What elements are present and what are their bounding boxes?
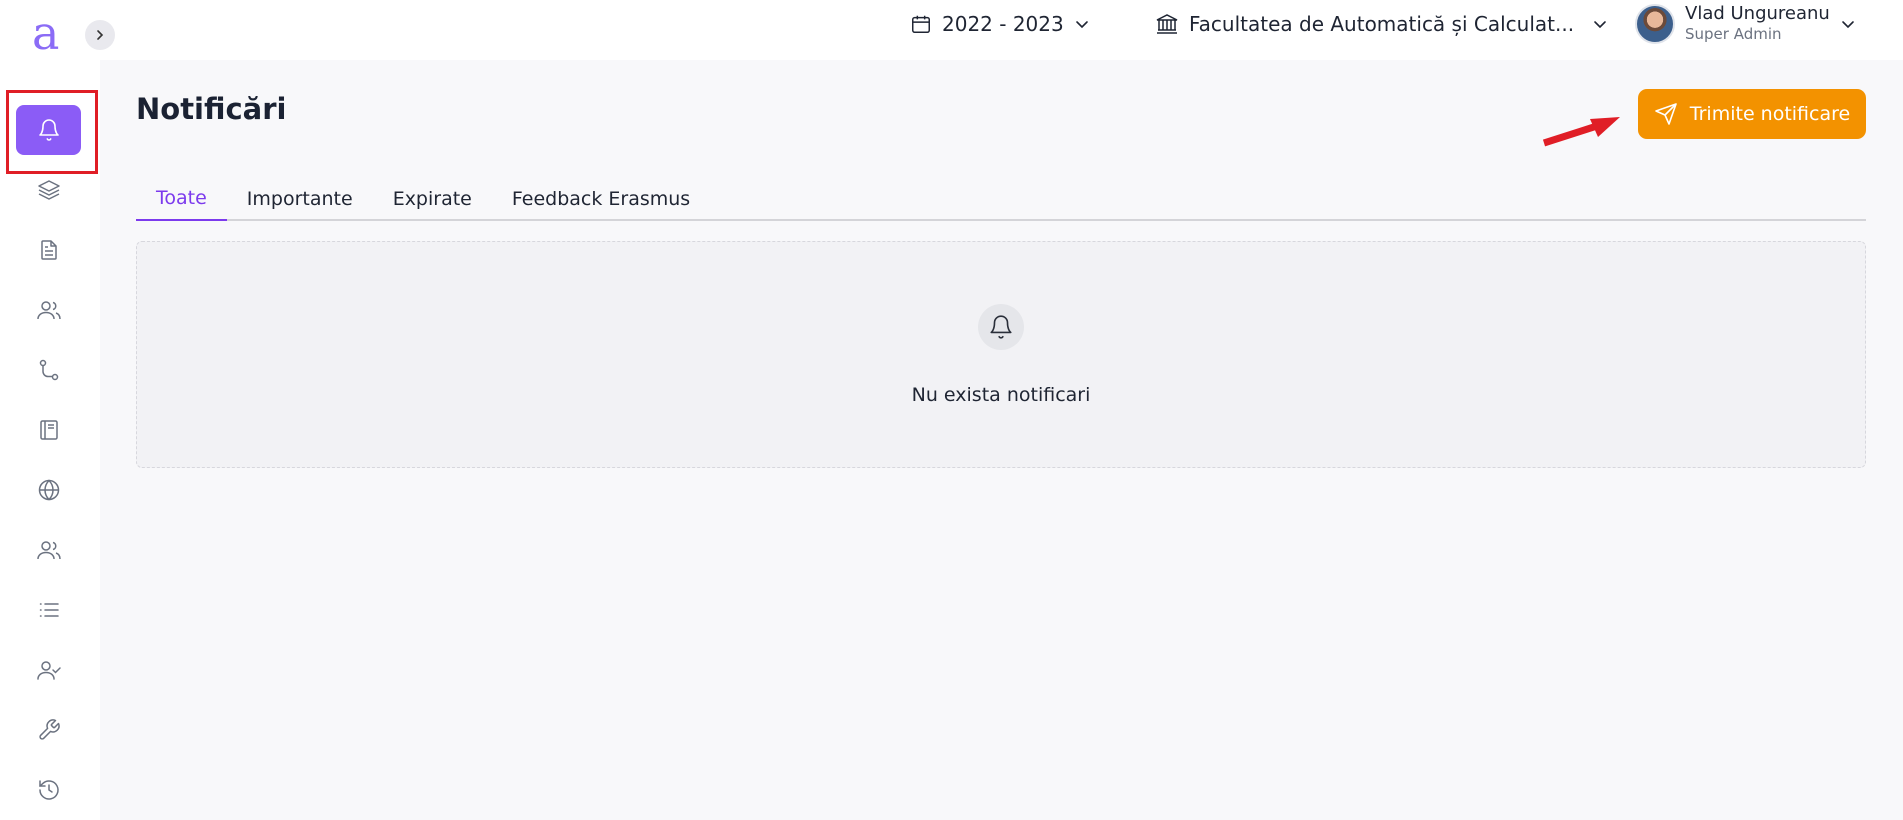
faculty-selector[interactable]: Facultatea de Automatică și Calculat... (1155, 0, 1608, 48)
document-icon (40, 240, 57, 260)
user-menu[interactable]: Vlad Ungureanu Super Admin (1635, 0, 1856, 48)
user-check-icon (36, 661, 61, 680)
tab-feedback-erasmus[interactable]: Feedback Erasmus (492, 176, 710, 221)
route-icon (39, 359, 58, 381)
history-icon (38, 780, 59, 800)
academic-year-label: 2022 - 2023 (942, 12, 1064, 36)
top-bar: 2022 - 2023 Facultatea de Automatică și … (100, 0, 1903, 60)
users-icon (36, 541, 61, 560)
sidebar-item-list[interactable] (16, 585, 81, 635)
sidebar-item-book[interactable] (16, 405, 81, 455)
bell-icon (990, 315, 1012, 339)
sidebar-item-groups[interactable] (16, 525, 81, 575)
globe-icon (38, 479, 59, 501)
user-role: Super Admin (1685, 25, 1782, 43)
app-logo[interactable]: a (32, 10, 62, 56)
chevron-right-icon (97, 30, 104, 40)
send-notification-button[interactable]: Trimite notificare (1638, 89, 1866, 139)
tab-toate[interactable]: Toate (136, 176, 227, 221)
sidebar-item-documents[interactable] (16, 225, 81, 275)
calendar-icon (912, 15, 930, 33)
tab-importante[interactable]: Importante (227, 176, 373, 221)
empty-state-panel: Nu exista notificari (136, 241, 1866, 468)
send-notification-label: Trimite notificare (1689, 103, 1851, 125)
sidebar-item-globe[interactable] (16, 465, 81, 515)
academic-year-selector[interactable]: 2022 - 2023 (910, 0, 1090, 48)
empty-state-icon (978, 304, 1024, 350)
users-icon (36, 301, 61, 320)
page-title: Notificări (136, 92, 287, 126)
empty-state-message: Nu exista notificari (911, 384, 1091, 406)
faculty-label: Facultatea de Automatică și Calculat... (1189, 12, 1575, 36)
sidebar-item-history[interactable] (16, 765, 81, 815)
institution-icon (1156, 14, 1178, 34)
bell-icon (38, 119, 59, 141)
chevron-down-icon (1842, 21, 1854, 29)
sidebar-item-notifications[interactable] (16, 105, 81, 155)
sidebar-expand-button[interactable] (85, 20, 115, 50)
chevron-down-icon (1075, 21, 1088, 29)
sidebar-item-routes[interactable] (16, 345, 81, 395)
book-icon (39, 420, 58, 440)
list-icon (39, 603, 59, 617)
wrench-icon (38, 719, 60, 740)
send-icon (1654, 103, 1677, 125)
user-name: Vlad Ungureanu (1685, 3, 1830, 24)
sidebar: a (0, 0, 100, 820)
arrow-annotation (1542, 117, 1620, 147)
sidebar-item-tools[interactable] (16, 705, 81, 755)
chevron-down-icon (1594, 21, 1606, 29)
sidebar-item-layers[interactable] (16, 165, 81, 215)
notification-tabs: Toate Importante Expirate Feedback Erasm… (136, 176, 1866, 221)
sidebar-item-user-check[interactable] (16, 645, 81, 695)
avatar (1635, 4, 1675, 44)
sidebar-item-users[interactable] (16, 285, 81, 335)
tab-expirate[interactable]: Expirate (373, 176, 492, 221)
layers-icon (37, 180, 60, 200)
